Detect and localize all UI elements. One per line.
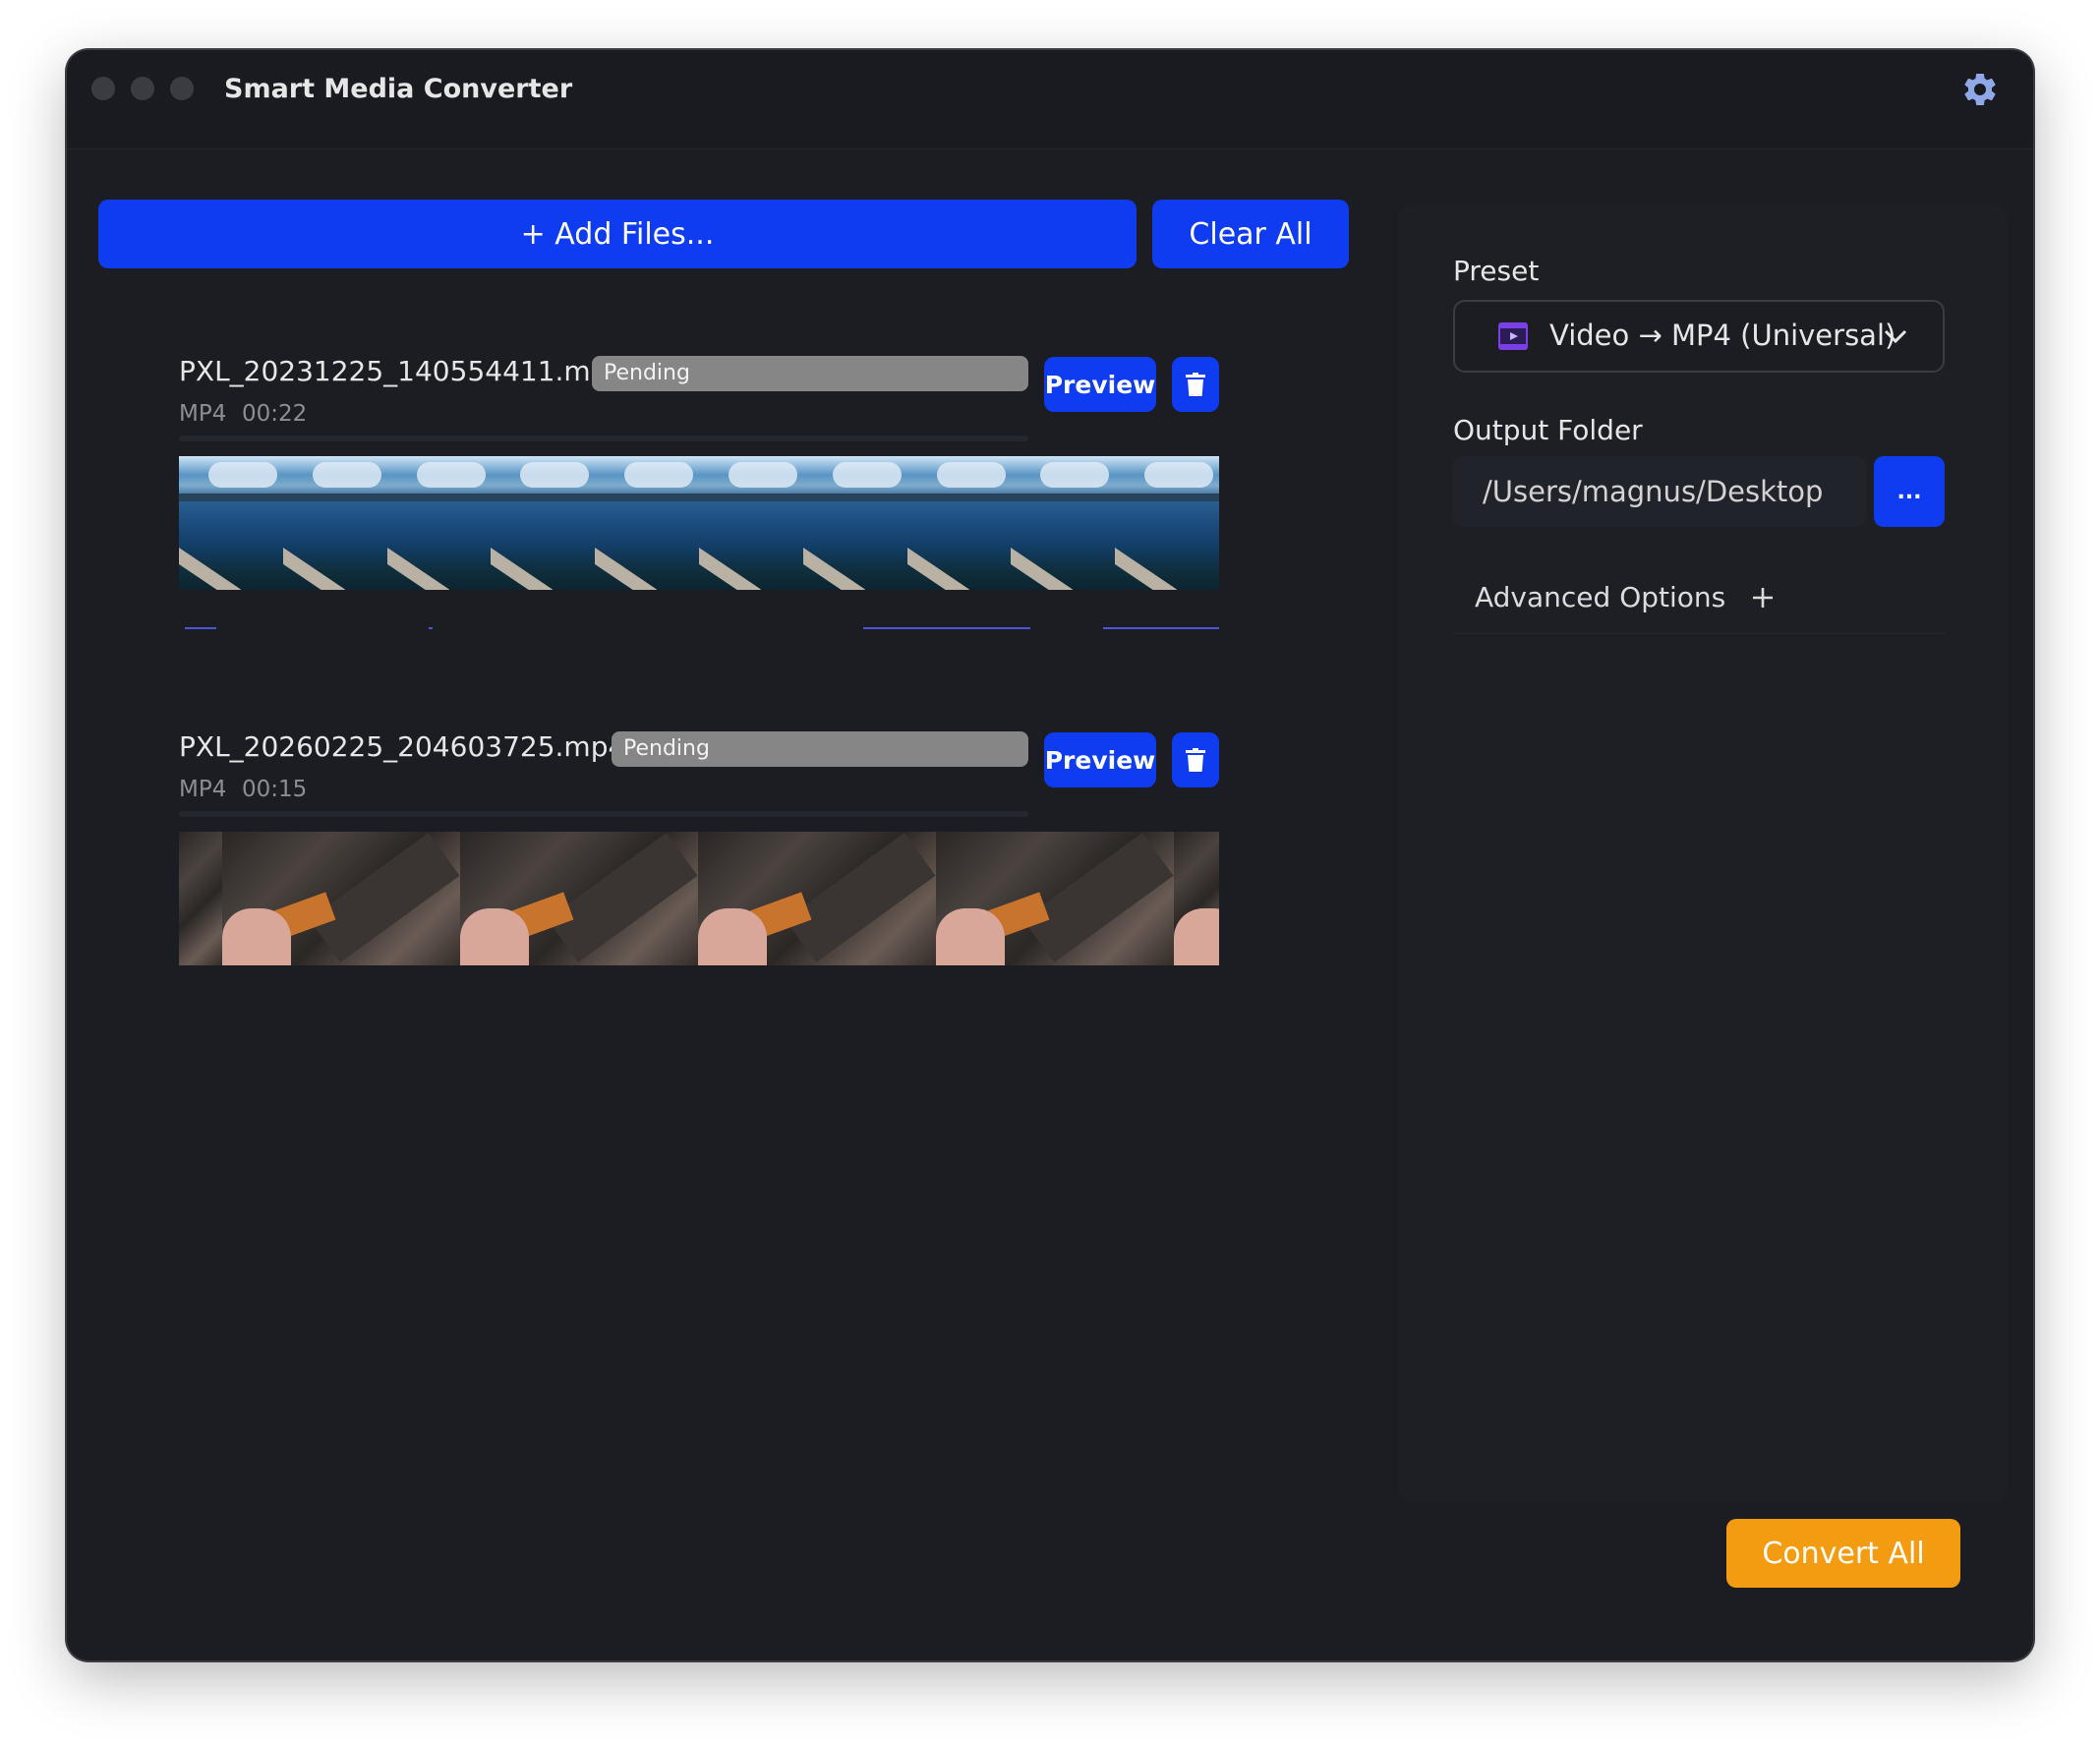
- thumbnail-frame: [179, 456, 283, 590]
- zoom-window-button[interactable]: [170, 77, 194, 100]
- thumbnail-frame: [179, 832, 222, 965]
- advanced-options-toggle[interactable]: Advanced Options: [1475, 581, 1774, 613]
- close-window-button[interactable]: [91, 77, 115, 100]
- plus-icon: [1753, 588, 1774, 608]
- preview-button[interactable]: Preview: [1044, 732, 1156, 787]
- thumbnail-frame: [906, 456, 1012, 590]
- file-duration: 00:15: [242, 777, 308, 802]
- title-bar: Smart Media Converter: [67, 50, 2033, 149]
- app-window: Smart Media Converter + Add Files... Cle…: [67, 50, 2033, 1660]
- output-folder-label: Output Folder: [1453, 414, 1643, 446]
- trash-icon: [1186, 373, 1205, 396]
- file-name: PXL_20231225_140554411.mp4: [179, 355, 626, 387]
- preset-value: Video → MP4 (Universal): [1549, 319, 1896, 352]
- thumbnail-frame: [936, 832, 1174, 965]
- progress-bar: [179, 811, 1028, 817]
- thumbnail-frame: [282, 456, 387, 590]
- thumbnail-frame: [698, 456, 803, 590]
- delete-file-button[interactable]: [1172, 732, 1219, 787]
- thumbnail-frame: [802, 456, 907, 590]
- file-duration: 00:22: [242, 401, 308, 427]
- preview-button[interactable]: Preview: [1044, 357, 1156, 412]
- file-format: MP4: [179, 777, 227, 802]
- trash-icon: [1186, 748, 1205, 772]
- output-folder-field[interactable]: /Users/magnus/Desktop: [1453, 456, 1866, 527]
- thumbnail-frame: [460, 832, 698, 965]
- delete-file-button[interactable]: [1172, 357, 1219, 412]
- preset-select[interactable]: Video → MP4 (Universal): [1453, 300, 1945, 373]
- thumbnail-frame: [491, 456, 596, 590]
- film-icon: [1498, 322, 1528, 350]
- audio-waveform: [185, 627, 1219, 629]
- file-format: MP4: [179, 401, 227, 427]
- clear-all-button[interactable]: Clear All: [1152, 200, 1349, 268]
- thumbnail-filmstrip: [179, 456, 1219, 590]
- status-badge: Pending: [592, 356, 1028, 391]
- status-badge: Pending: [612, 731, 1028, 767]
- add-files-button[interactable]: + Add Files...: [98, 200, 1137, 268]
- gear-icon[interactable]: [1960, 70, 2000, 109]
- advanced-options-label: Advanced Options: [1475, 581, 1726, 613]
- divider: [1453, 633, 1945, 634]
- thumbnail-frame: [1115, 456, 1219, 590]
- file-name: PXL_20260225_204603725.mp4: [179, 730, 626, 763]
- thumbnail-frame: [595, 456, 699, 590]
- thumbnail-frame: [222, 832, 460, 965]
- thumbnail-filmstrip: [179, 832, 1219, 965]
- thumbnail-frame: [698, 832, 936, 965]
- thumbnail-frame: [386, 456, 492, 590]
- browse-folder-button[interactable]: ...: [1874, 456, 1945, 527]
- settings-panel: [1398, 205, 2008, 1503]
- thumbnail-frame: [1174, 832, 1219, 965]
- thumbnail-frame: [1011, 456, 1116, 590]
- app-title: Smart Media Converter: [224, 74, 573, 104]
- preset-label: Preset: [1453, 255, 1540, 287]
- chevron-down-icon: [1884, 329, 1907, 344]
- minimize-window-button[interactable]: [131, 77, 154, 100]
- progress-bar: [179, 436, 1028, 441]
- convert-all-button[interactable]: Convert All: [1726, 1519, 1960, 1588]
